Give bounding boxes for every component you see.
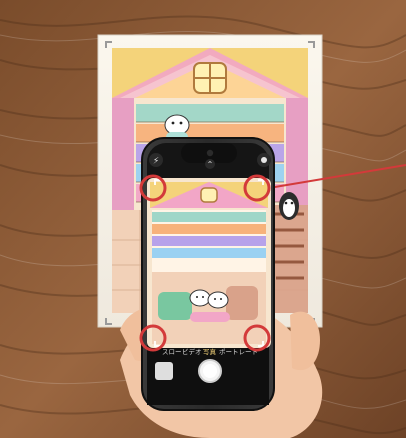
photo-scene: ⚡ ⌃ スロー ビデオ 写真 ポートレート — [0, 0, 406, 438]
svg-text:⌃: ⌃ — [207, 160, 214, 169]
mode-slow: スロー — [162, 348, 182, 356]
camera-modes: スロー ビデオ 写真 ポートレート — [162, 347, 258, 356]
mode-photo: 写真 — [203, 347, 217, 356]
svg-text:⚡: ⚡ — [153, 157, 159, 167]
mode-video: ビデオ — [182, 347, 202, 356]
photo-illustration: ⚡ ⌃ スロー ビデオ 写真 ポートレート — [0, 0, 406, 438]
thumbnail-icon — [155, 362, 173, 380]
